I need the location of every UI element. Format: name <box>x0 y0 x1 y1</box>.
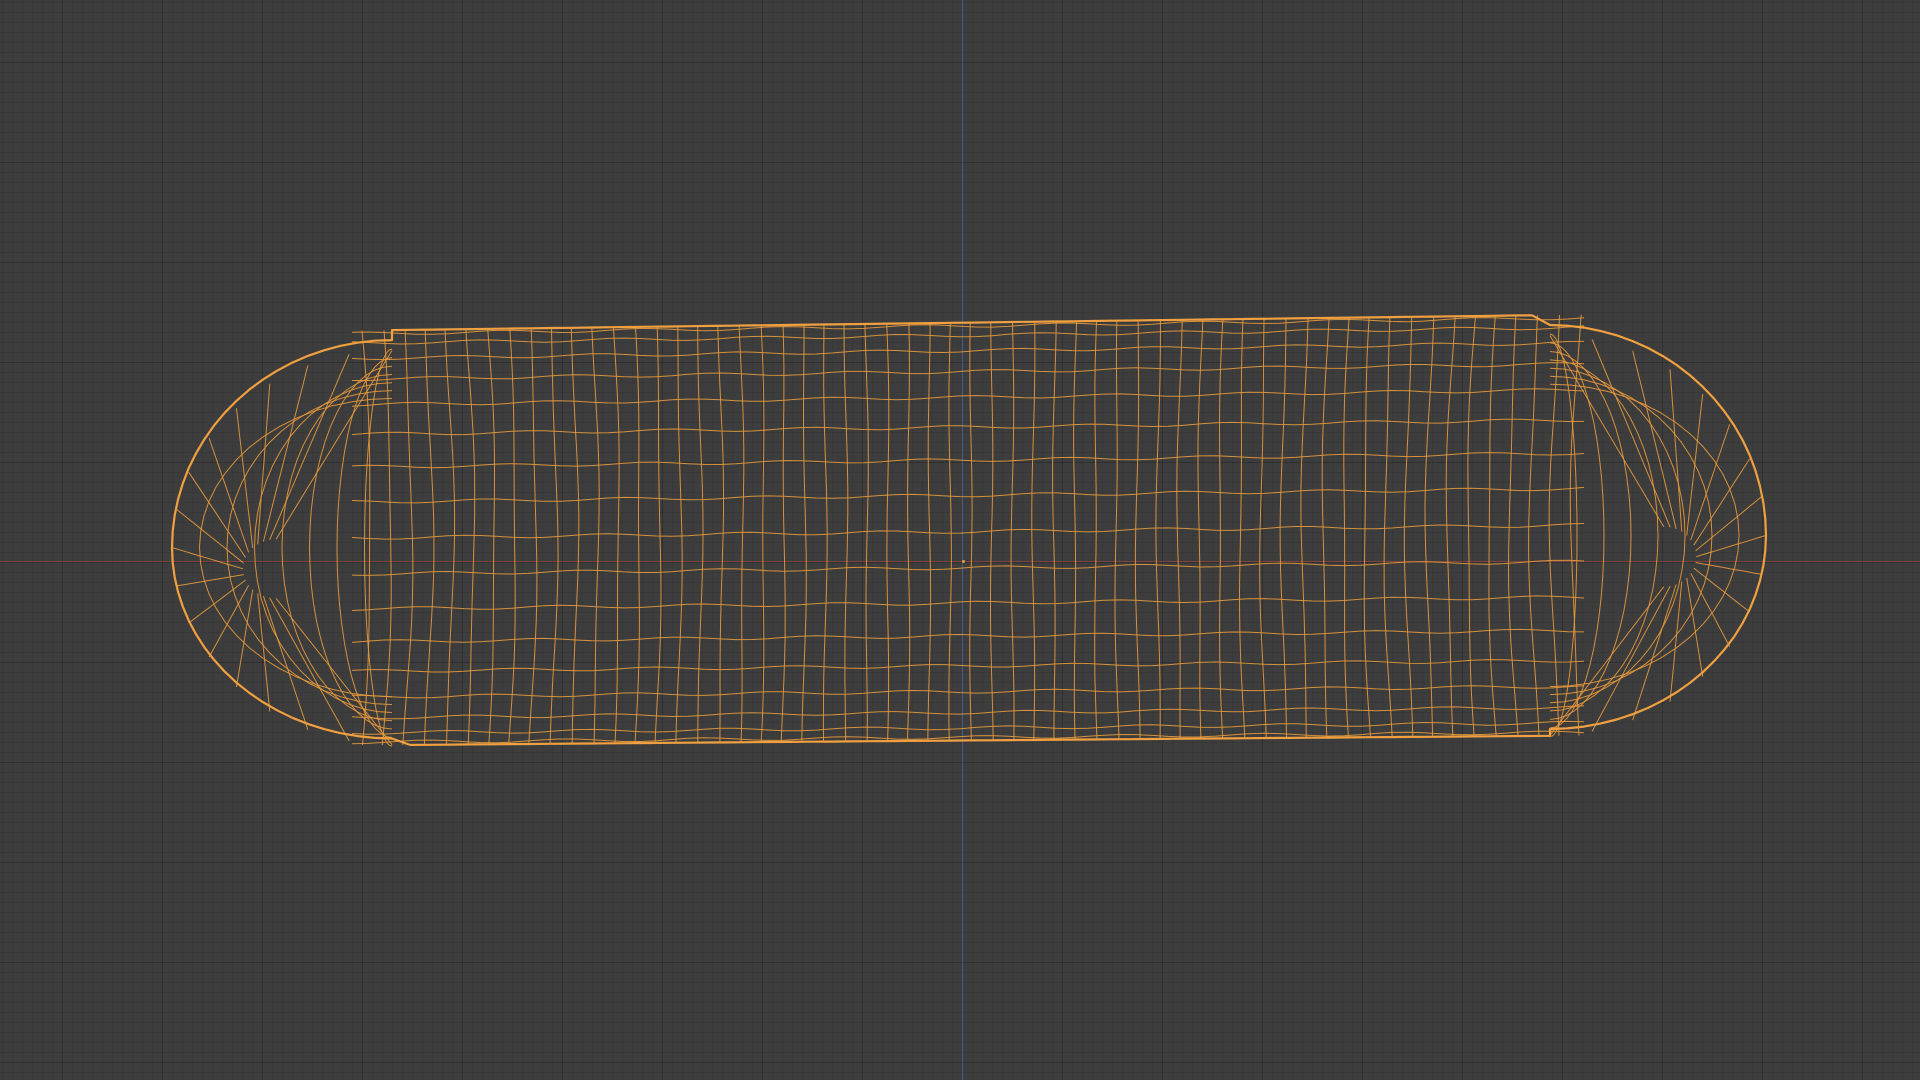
edge-loop-vertical <box>528 328 538 745</box>
edge-loop-vertical <box>1114 320 1120 740</box>
end-cap-spoke-right <box>1632 350 1677 530</box>
edge-loop-horizontal <box>352 362 1585 381</box>
end-cap-spoke-left <box>275 350 393 540</box>
end-cap-spoke-left <box>176 574 244 587</box>
end-cap-spoke-left <box>175 508 245 564</box>
edge-loop-vertical <box>1363 317 1371 738</box>
3d-viewport[interactable] <box>0 0 1920 1080</box>
end-cap-spoke-left <box>208 437 250 553</box>
end-cap-spoke-left <box>275 598 393 746</box>
end-cap-spoke-left <box>171 547 244 570</box>
edge-loop-vertical <box>1218 319 1224 739</box>
edge-loop-horizontal <box>351 659 1585 673</box>
edge-loop-vertical <box>675 326 683 743</box>
edge-loop-vertical <box>1176 319 1183 739</box>
edge-loop-vertical <box>1094 320 1098 740</box>
edge-loop-vertical <box>801 324 807 742</box>
edge-loop-vertical <box>487 328 496 745</box>
edge-loop-vertical <box>381 330 392 746</box>
end-cap-spoke-right <box>1696 534 1767 558</box>
edge-loop-vertical <box>1134 320 1141 740</box>
edge-loop-horizontal <box>351 388 1585 407</box>
edge-loop-vertical <box>549 327 559 744</box>
edge-loop-vertical <box>1424 316 1435 737</box>
end-cap-spoke-right <box>1690 573 1731 647</box>
end-cap-ring-left <box>198 397 393 698</box>
end-cap-spoke-left <box>269 354 350 540</box>
edge-loop-vertical <box>760 325 765 743</box>
end-cap-spoke-right <box>1695 562 1762 575</box>
edge-loop-vertical <box>444 329 456 745</box>
edge-loop-horizontal <box>351 340 1585 361</box>
edge-loop-vertical <box>591 327 600 744</box>
edge-loop-vertical <box>1155 320 1161 739</box>
edge-loop-vertical <box>948 322 952 741</box>
edge-loop-horizontal <box>351 628 1585 643</box>
edge-loop-vertical <box>1031 321 1036 740</box>
edge-loop-vertical <box>1343 317 1350 738</box>
edge-loop-horizontal <box>351 486 1585 504</box>
edge-loop-vertical <box>1073 321 1078 740</box>
edge-loop-vertical <box>1383 317 1393 738</box>
edge-loop-vertical <box>864 323 869 742</box>
end-cap-ring-right <box>1549 333 1578 738</box>
edge-loop-vertical <box>1300 318 1309 738</box>
edge-loop-horizontal <box>351 523 1585 540</box>
mesh-silhouette-outline <box>170 314 1768 746</box>
end-cap-spoke-left <box>257 383 271 545</box>
end-cap-ring-right <box>1549 367 1686 704</box>
edge-loop-vertical <box>508 328 516 745</box>
edge-loop-vertical <box>927 323 932 741</box>
edge-loop-vertical <box>822 324 828 742</box>
edge-loop-horizontal <box>351 317 1585 335</box>
edge-loop-vertical <box>1238 318 1246 739</box>
edge-loop-vertical <box>738 325 745 743</box>
edge-loop-vertical <box>969 322 973 741</box>
end-cap-spoke-right <box>1695 496 1763 552</box>
edge-loop-horizontal <box>351 452 1585 469</box>
edge-loop-vertical <box>1507 315 1519 737</box>
edge-loop-vertical <box>1528 315 1540 736</box>
edge-loop-vertical <box>654 326 662 744</box>
mesh-wire-grid <box>171 314 1767 747</box>
end-cap-ring-left <box>253 382 393 713</box>
edge-loop-vertical <box>402 329 414 746</box>
edge-loop-vertical <box>1321 317 1330 738</box>
end-cap-spoke-right <box>1549 335 1665 527</box>
edge-loop-vertical <box>1488 315 1497 737</box>
edge-loop-vertical <box>1010 321 1015 741</box>
end-cap-spoke-left <box>262 365 309 542</box>
edge-loop-horizontal <box>351 685 1585 699</box>
edge-loop-vertical <box>612 327 620 744</box>
end-cap-spoke-right <box>1690 424 1731 541</box>
end-cap-ring-right <box>1549 383 1740 688</box>
edge-loop-vertical <box>886 323 890 742</box>
edge-loop-vertical <box>1445 316 1456 737</box>
edge-loop-vertical <box>717 325 724 743</box>
wireframe-mesh-object[interactable] <box>0 0 1920 1080</box>
end-cap-spoke-left <box>235 408 254 548</box>
edge-loop-horizontal <box>351 705 1585 720</box>
end-cap-spoke-right <box>1549 586 1665 736</box>
edge-loop-horizontal <box>351 418 1585 436</box>
end-cap-spoke-right <box>1669 369 1683 532</box>
end-cap-spoke-right <box>1686 394 1704 536</box>
end-cap-spoke-right <box>1591 339 1671 528</box>
edge-loop-vertical <box>1279 318 1287 738</box>
object-origin-point <box>962 560 965 563</box>
edge-loop-vertical <box>465 329 476 745</box>
end-cap-spoke-left <box>208 585 250 658</box>
